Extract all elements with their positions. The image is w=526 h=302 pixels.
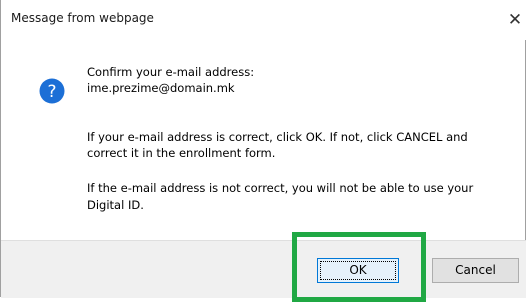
focus-rectangle: [320, 261, 396, 280]
dialog-title: Message from webpage: [11, 11, 154, 25]
message-line-email: ime.prezime@domain.mk: [87, 81, 235, 95]
dialog-content: ? Confirm your e-mail address: ime.prezi…: [1, 40, 526, 240]
title-bar: Message from webpage ✕: [1, 0, 526, 40]
question-icon: ?: [39, 78, 65, 104]
ok-button[interactable]: OK: [317, 258, 399, 283]
svg-text:?: ?: [47, 82, 56, 102]
message-line-warning-2: Digital ID.: [87, 198, 144, 212]
message-line-instruction-1: If your e-mail address is correct, click…: [87, 130, 468, 144]
close-icon[interactable]: ✕: [504, 0, 526, 40]
message-line-confirm: Confirm your e-mail address:: [87, 65, 255, 79]
cancel-button[interactable]: Cancel: [432, 258, 519, 283]
message-line-warning-1: If the e-mail address is not correct, yo…: [87, 181, 474, 195]
message-line-instruction-2: correct it in the enrollment form.: [87, 146, 276, 160]
cancel-button-label: Cancel: [455, 263, 496, 277]
message-dialog: Message from webpage ✕ ? Confirm your e-…: [0, 0, 526, 302]
